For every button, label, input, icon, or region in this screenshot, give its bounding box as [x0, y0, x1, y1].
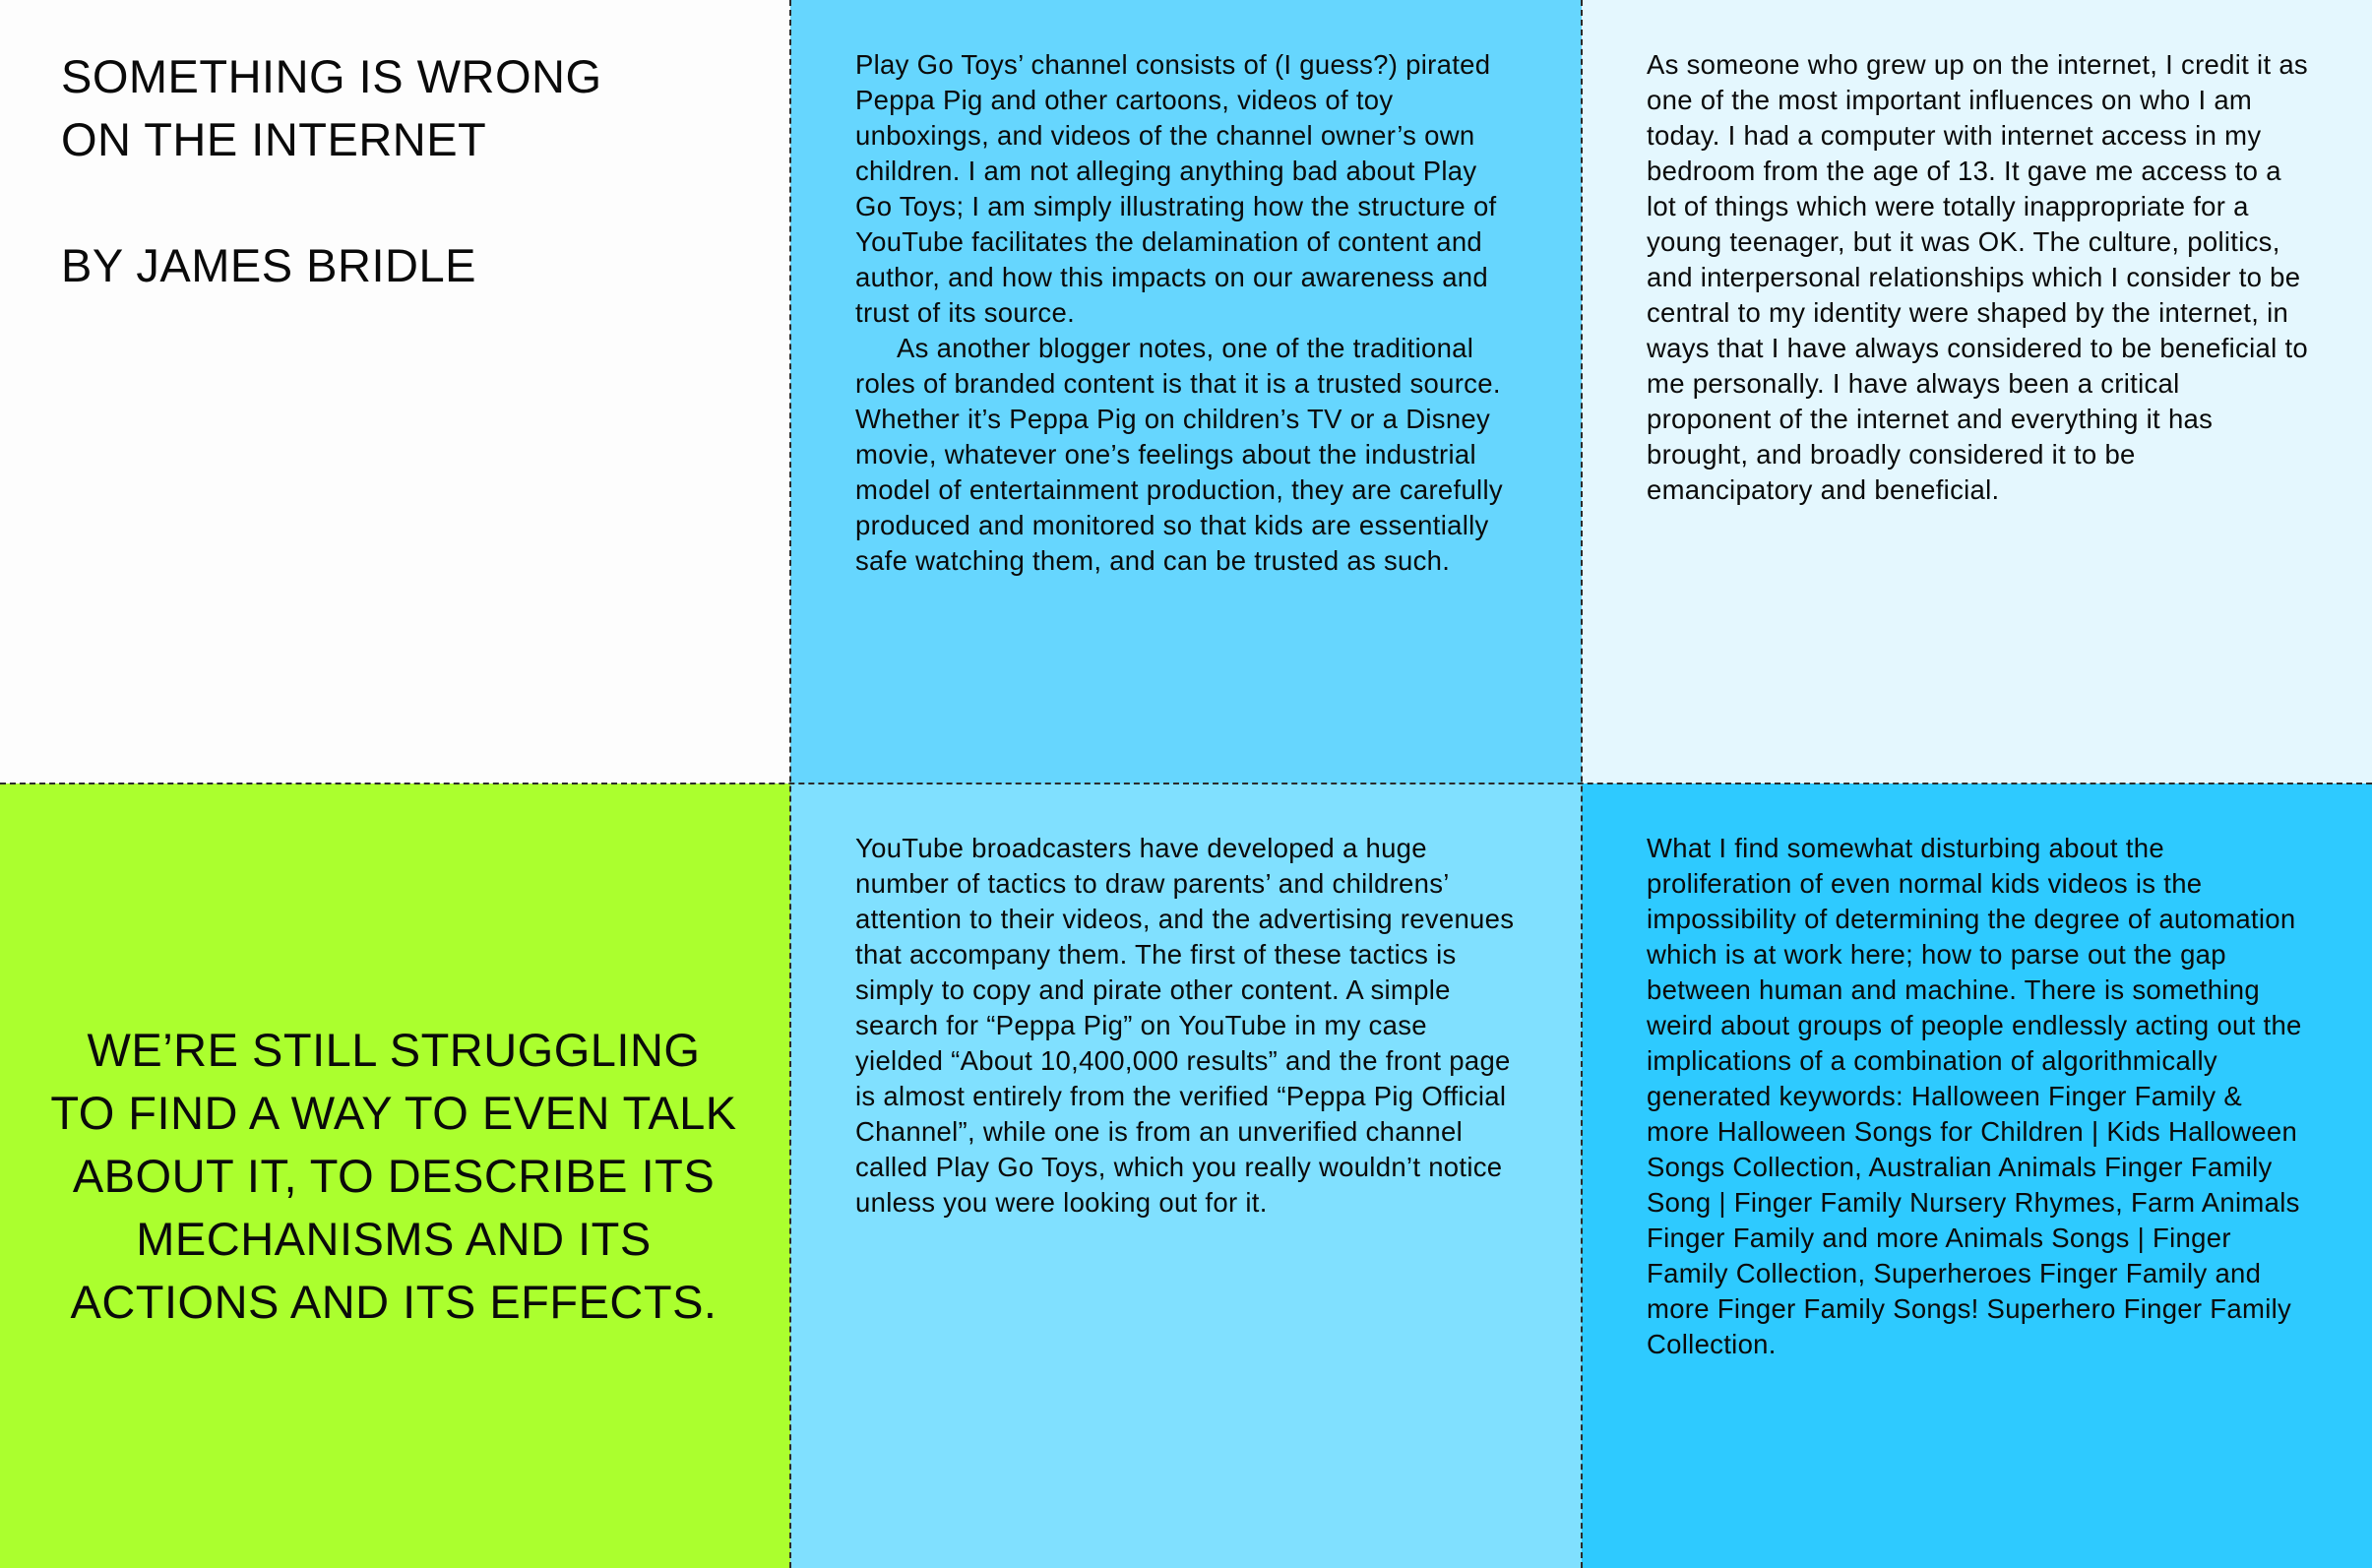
paragraph: What I find somewhat disturbing about th…: [1647, 833, 2302, 1359]
paragraph: As another blogger notes, one of the tra…: [855, 333, 1503, 576]
article-text: As someone who grew up on the internet, …: [1647, 47, 2308, 508]
paragraph: As someone who grew up on the internet, …: [1647, 49, 2308, 505]
title-panel: SOMETHING IS WRONG ON THE INTERNET BY JA…: [0, 0, 790, 784]
text-panel-bottom-right: What I find somewhat disturbing about th…: [1582, 784, 2372, 1568]
author-byline: BY JAMES BRIDLE: [61, 239, 476, 291]
title-spacer: [61, 171, 750, 234]
article-text: What I find somewhat disturbing about th…: [1647, 831, 2308, 1362]
paragraph: YouTube broadcasters have developed a hu…: [855, 833, 1515, 1218]
text-panel-bottom-middle: YouTube broadcasters have developed a hu…: [790, 784, 1582, 1568]
title-block: SOMETHING IS WRONG ON THE INTERNET BY JA…: [61, 45, 750, 297]
article-text: YouTube broadcasters have developed a hu…: [855, 831, 1517, 1221]
page-title-line-1: SOMETHING IS WRONG: [61, 50, 602, 102]
text-panel-top-middle: Play Go Toys’ channel consists of (I gue…: [790, 0, 1582, 784]
pull-quote-panel: WE’RE STILL STRUGGLING TO FIND A WAY TO …: [0, 784, 790, 1568]
paragraph: Play Go Toys’ channel consists of (I gue…: [855, 49, 1497, 328]
article-text: Play Go Toys’ channel consists of (I gue…: [855, 47, 1517, 579]
page-title-line-2: ON THE INTERNET: [61, 113, 487, 165]
horizontal-divider: [0, 783, 2372, 784]
pull-quote: WE’RE STILL STRUGGLING TO FIND A WAY TO …: [50, 1023, 737, 1328]
text-panel-top-right: As someone who grew up on the internet, …: [1582, 0, 2372, 784]
